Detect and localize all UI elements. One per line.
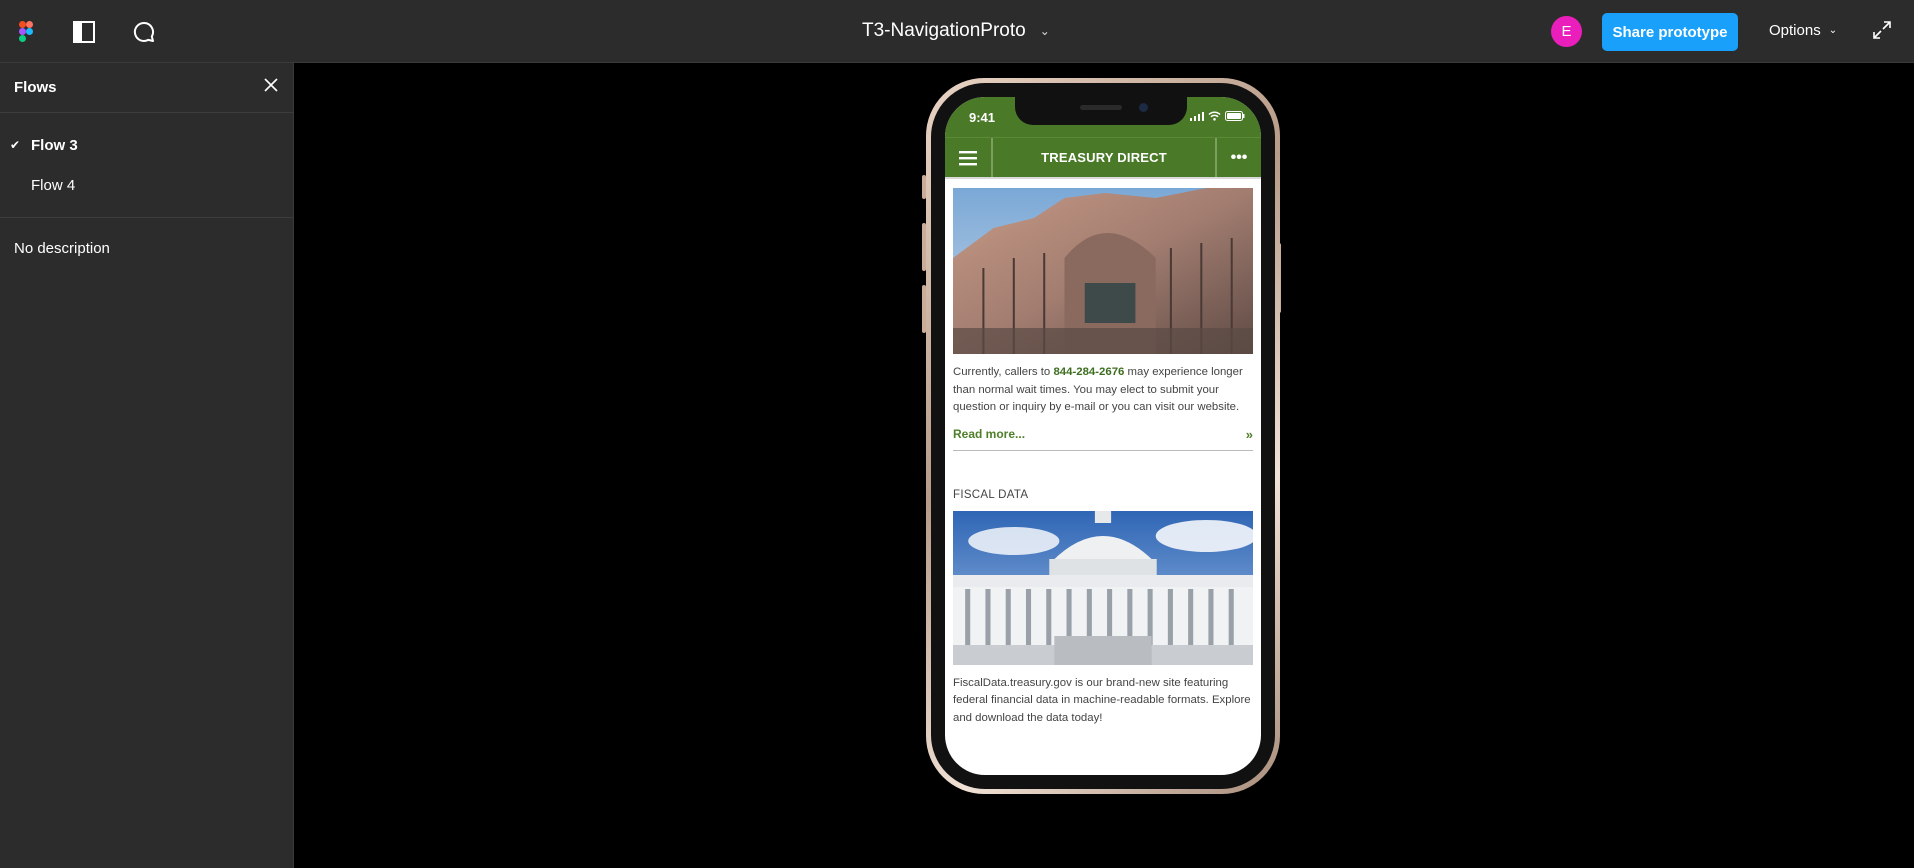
- phone-screen[interactable]: 9:41 TREASURY DIRECT ••• Currently, call…: [945, 97, 1261, 775]
- phone-number-link[interactable]: 844-284-2676: [1053, 366, 1124, 378]
- options-label: Options: [1769, 22, 1821, 39]
- fullscreen-icon[interactable]: [1872, 20, 1892, 45]
- status-time: 9:41: [969, 110, 996, 125]
- status-icons: [1190, 111, 1245, 121]
- chevron-down-icon: ⌄: [1828, 25, 1838, 36]
- flows-header: Flows: [0, 63, 293, 113]
- front-camera: [1139, 103, 1148, 112]
- file-title-text: T3-NavigationProto: [862, 20, 1026, 41]
- flow-label: Flow 4: [31, 176, 76, 194]
- read-more-row[interactable]: Read more... »: [953, 427, 1253, 451]
- flows-panel: Flows ✔ Flow 3 Flow 4 No description: [0, 63, 294, 868]
- app-header: TREASURY DIRECT •••: [945, 137, 1261, 177]
- phone-frame: 9:41 TREASURY DIRECT ••• Currently, call…: [926, 78, 1280, 794]
- chevron-down-icon: ⌄: [1039, 24, 1050, 38]
- figma-logo-icon[interactable]: [12, 18, 40, 46]
- double-chevron-right-icon[interactable]: »: [1246, 427, 1253, 442]
- flow-item-flow-4[interactable]: Flow 4: [0, 165, 293, 205]
- palace-building-image[interactable]: [953, 188, 1253, 354]
- close-icon[interactable]: [263, 77, 279, 98]
- speaker-grille: [1080, 105, 1122, 110]
- phone-bezel: 9:41 TREASURY DIRECT ••• Currently, call…: [931, 83, 1275, 789]
- hamburger-menu-icon[interactable]: [945, 138, 993, 177]
- battery-icon: [1225, 111, 1245, 121]
- panel-toggle-icon[interactable]: [70, 18, 98, 46]
- article-text-phone-notice: Currently, callers to 844-284-2676 may e…: [953, 364, 1253, 417]
- flow-label: Flow 3: [31, 136, 78, 154]
- flow-description: No description: [14, 240, 110, 257]
- article-text-before: Currently, callers to: [953, 366, 1054, 378]
- article-text-fiscal-data: FiscalData.treasury.gov is our brand-new…: [953, 676, 1251, 724]
- prototype-canvas: 9:41 TREASURY DIRECT ••• Currently, call…: [295, 63, 1914, 868]
- flows-title: Flows: [14, 79, 57, 96]
- section-title-fiscal-data: FISCAL DATA: [953, 488, 1029, 501]
- news-feed: Currently, callers to 844-284-2676 may e…: [945, 177, 1261, 727]
- wifi-icon: [1208, 111, 1221, 121]
- comment-icon[interactable]: [130, 18, 158, 46]
- options-menu[interactable]: Options ⌄: [1769, 22, 1837, 39]
- flow-list: ✔ Flow 3 Flow 4: [0, 113, 293, 218]
- more-options-icon[interactable]: •••: [1215, 138, 1261, 177]
- signal-icon: [1190, 112, 1204, 121]
- avatar[interactable]: E: [1551, 16, 1582, 47]
- app-title: TREASURY DIRECT: [1041, 150, 1167, 165]
- toolbar: T3-NavigationProto ⌄ E Share prototype O…: [0, 0, 1914, 63]
- file-title[interactable]: T3-NavigationProto ⌄: [862, 20, 1050, 42]
- flow-item-flow-3[interactable]: ✔ Flow 3: [0, 125, 293, 165]
- phone-notch: [1015, 97, 1187, 125]
- status-bar: 9:41: [945, 97, 1261, 137]
- checkmark-icon: ✔: [10, 138, 21, 152]
- share-prototype-button[interactable]: Share prototype: [1602, 13, 1738, 51]
- capitol-building-image[interactable]: [953, 510, 1253, 665]
- read-more-link[interactable]: Read more...: [953, 427, 1025, 441]
